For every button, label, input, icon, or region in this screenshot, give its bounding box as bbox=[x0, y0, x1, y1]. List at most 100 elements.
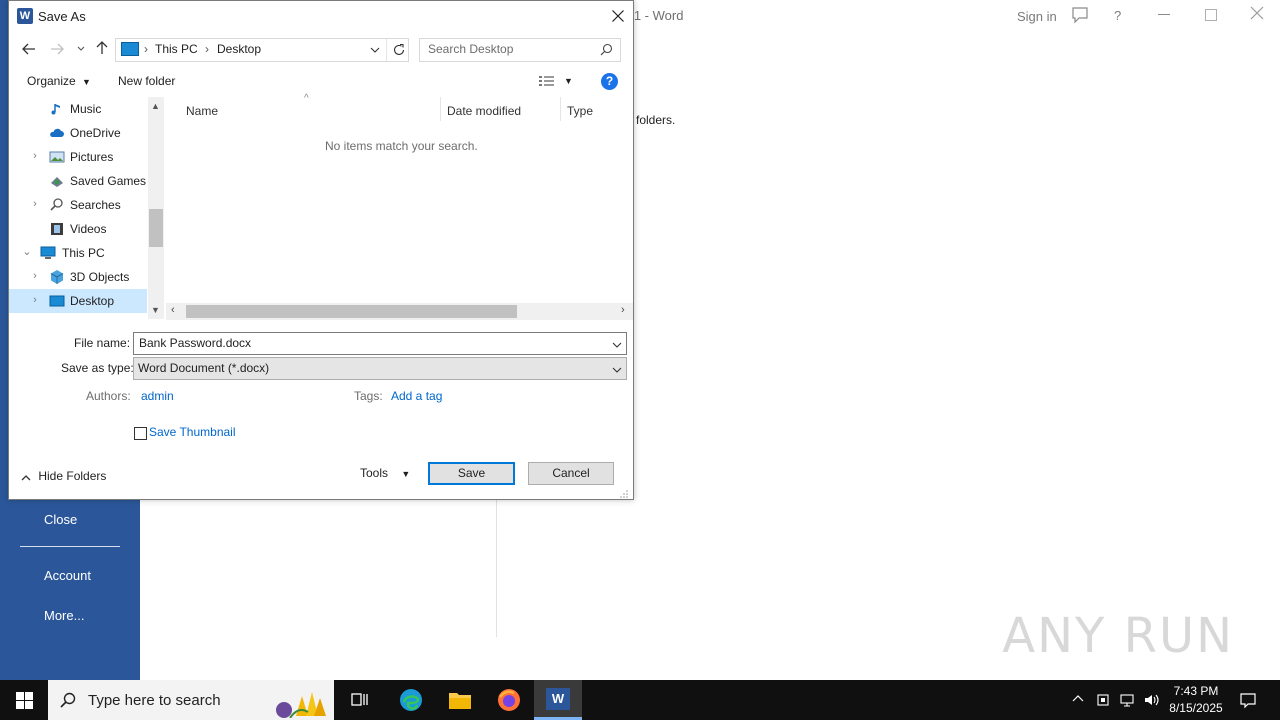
hide-folders-button[interactable]: Hide Folders bbox=[21, 469, 106, 483]
save-button[interactable]: Save bbox=[428, 462, 515, 485]
task-view-icon[interactable] bbox=[351, 691, 369, 709]
navigation-scrollbar[interactable]: ▲ ▼ bbox=[148, 97, 164, 319]
save-thumbnail-label[interactable]: Save Thumbnail bbox=[149, 425, 236, 439]
device-icon[interactable] bbox=[1096, 692, 1112, 708]
scroll-thumb[interactable] bbox=[149, 209, 163, 247]
view-dropdown-icon[interactable]: ▼ bbox=[564, 76, 573, 86]
expand-chevron-icon[interactable]: › bbox=[29, 150, 41, 162]
column-name[interactable]: Name bbox=[186, 104, 218, 118]
music-icon bbox=[49, 101, 65, 117]
file-name-dropdown-icon[interactable] bbox=[612, 339, 622, 349]
address-bar[interactable]: › This PC › Desktop bbox=[115, 38, 409, 62]
hscroll-thumb[interactable] bbox=[186, 305, 517, 318]
command-bar: Organize ▼ New folder ▼ ? bbox=[9, 67, 633, 97]
sort-ascending-icon: ^ bbox=[304, 93, 309, 104]
search-box[interactable]: Search Desktop bbox=[419, 38, 621, 62]
recent-locations-chevron-icon[interactable] bbox=[76, 43, 86, 53]
address-divider bbox=[386, 39, 387, 61]
save-thumbnail-checkbox[interactable] bbox=[134, 427, 147, 440]
scroll-left-icon[interactable]: ‹ bbox=[171, 304, 175, 316]
organize-label: Organize bbox=[27, 74, 76, 88]
word-taskbar-button[interactable]: W bbox=[534, 680, 582, 720]
breadcrumb-this-pc[interactable]: This PC bbox=[155, 42, 198, 56]
save-as-type-select[interactable]: Word Document (*.docx) bbox=[133, 357, 627, 380]
hide-folders-label: Hide Folders bbox=[38, 469, 107, 483]
collapse-chevron-icon[interactable]: ⌄ bbox=[21, 246, 33, 258]
backstage-close[interactable]: Close bbox=[44, 512, 77, 527]
save-as-type-dropdown-icon[interactable] bbox=[612, 364, 622, 374]
breadcrumb-separator-icon: › bbox=[144, 42, 148, 56]
forward-arrow-icon[interactable] bbox=[49, 41, 65, 57]
tags-label: Tags: bbox=[354, 389, 383, 403]
taskbar-search-box[interactable]: Type here to search bbox=[48, 680, 334, 720]
scroll-right-icon[interactable]: › bbox=[621, 304, 625, 316]
nav-item-3d-objects[interactable]: › 3D Objects bbox=[9, 265, 147, 289]
nav-item-desktop[interactable]: › Desktop bbox=[9, 289, 147, 313]
clock-time[interactable]: 7:43 PM bbox=[1173, 684, 1219, 698]
cancel-button[interactable]: Cancel bbox=[528, 462, 614, 485]
organize-button[interactable]: Organize ▼ bbox=[27, 74, 91, 88]
view-options-icon[interactable] bbox=[539, 75, 555, 87]
file-name-input[interactable]: Bank Password.docx bbox=[139, 336, 251, 350]
file-list-hscrollbar[interactable]: ‹ › bbox=[166, 303, 633, 320]
windows-start-icon[interactable] bbox=[16, 692, 33, 709]
sign-in-link[interactable]: Sign in bbox=[1017, 9, 1057, 24]
nav-item-this-pc[interactable]: ⌄ This PC bbox=[9, 241, 147, 265]
address-dropdown-icon[interactable] bbox=[370, 44, 380, 54]
nav-item-label: Desktop bbox=[70, 294, 115, 308]
breadcrumb-desktop[interactable]: Desktop bbox=[217, 42, 261, 56]
backstage-more[interactable]: More... bbox=[44, 608, 84, 623]
column-date-modified[interactable]: Date modified bbox=[447, 104, 521, 118]
file-explorer-icon[interactable] bbox=[448, 689, 472, 711]
nav-item-label: Searches bbox=[70, 198, 121, 212]
notification-icon[interactable] bbox=[1239, 691, 1257, 709]
nav-item-videos[interactable]: Videos bbox=[9, 217, 147, 241]
taskbar-search-input[interactable]: Type here to search bbox=[88, 692, 221, 709]
restore-icon[interactable] bbox=[1205, 9, 1217, 21]
refresh-icon[interactable] bbox=[392, 43, 406, 57]
up-arrow-icon[interactable] bbox=[94, 40, 110, 56]
authors-value[interactable]: admin bbox=[141, 389, 174, 403]
tools-button[interactable]: Tools ▼ bbox=[360, 466, 410, 480]
tags-value[interactable]: Add a tag bbox=[391, 389, 442, 403]
back-arrow-icon[interactable] bbox=[21, 41, 37, 57]
scroll-up-icon[interactable]: ▲ bbox=[151, 101, 160, 111]
nav-item-searches[interactable]: › Searches bbox=[9, 193, 147, 217]
volume-icon[interactable] bbox=[1143, 692, 1159, 708]
minimize-icon[interactable] bbox=[1158, 14, 1170, 15]
backstage-account[interactable]: Account bbox=[44, 568, 91, 583]
edge-browser-icon[interactable] bbox=[399, 688, 423, 712]
new-folder-button[interactable]: New folder bbox=[118, 74, 175, 88]
word-icon: W bbox=[546, 688, 570, 710]
file-name-field[interactable]: Bank Password.docx bbox=[133, 332, 627, 355]
scroll-down-icon[interactable]: ▼ bbox=[151, 305, 160, 315]
nav-item-saved-games[interactable]: Saved Games bbox=[9, 169, 147, 193]
column-divider[interactable] bbox=[560, 97, 561, 121]
search-icon[interactable] bbox=[600, 43, 613, 56]
expand-chevron-icon[interactable]: › bbox=[29, 270, 41, 282]
search-input[interactable]: Search Desktop bbox=[428, 42, 513, 56]
help-icon[interactable]: ? bbox=[601, 73, 618, 90]
nav-item-music[interactable]: Music bbox=[9, 97, 147, 121]
column-divider[interactable] bbox=[440, 97, 441, 121]
authors-label: Authors: bbox=[86, 389, 131, 403]
firefox-icon[interactable] bbox=[497, 688, 521, 712]
clock-date[interactable]: 8/15/2025 bbox=[1168, 701, 1224, 715]
chevron-up-icon[interactable] bbox=[1072, 693, 1084, 705]
resize-grip-icon[interactable] bbox=[620, 487, 628, 498]
feedback-icon[interactable] bbox=[1071, 6, 1089, 24]
nav-item-pictures[interactable]: › Pictures bbox=[9, 145, 147, 169]
cloud-icon bbox=[49, 125, 65, 141]
network-icon[interactable] bbox=[1119, 692, 1135, 708]
dialog-titlebar[interactable]: W Save As bbox=[9, 1, 633, 32]
word-close-icon[interactable] bbox=[1250, 6, 1264, 20]
dialog-title: Save As bbox=[38, 9, 86, 24]
tools-dropdown-icon: ▼ bbox=[401, 469, 411, 479]
expand-chevron-icon[interactable]: › bbox=[29, 198, 41, 210]
help-button[interactable]: ? bbox=[1114, 8, 1121, 23]
expand-chevron-icon[interactable]: › bbox=[29, 294, 41, 306]
dialog-close-icon[interactable] bbox=[612, 10, 624, 22]
nav-item-onedrive[interactable]: OneDrive bbox=[9, 121, 147, 145]
column-type[interactable]: Type bbox=[567, 104, 593, 118]
nav-item-label: OneDrive bbox=[70, 126, 121, 140]
